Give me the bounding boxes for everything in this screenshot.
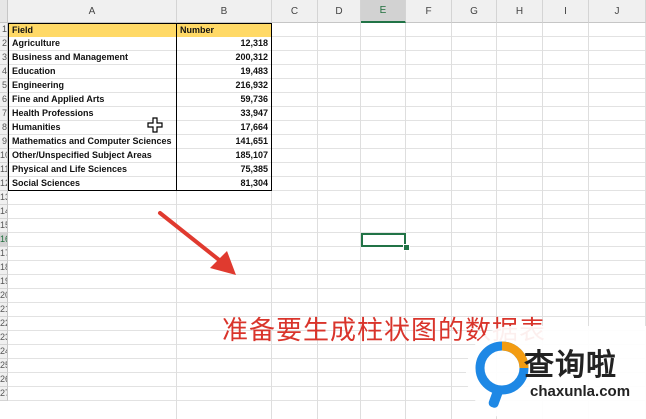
row-gridline <box>8 288 646 289</box>
number-cell[interactable]: 33,947 <box>177 107 272 121</box>
watermark-title: 查询啦 <box>524 348 617 383</box>
row-header[interactable]: 15 <box>0 219 8 233</box>
column-header-b[interactable]: B <box>177 0 272 23</box>
column-header-c[interactable]: C <box>272 0 318 23</box>
corner-select-all[interactable] <box>0 0 8 23</box>
row-header[interactable]: 26 <box>0 373 8 387</box>
header-cell-number[interactable]: Number <box>177 23 272 37</box>
row-gridline <box>8 260 646 261</box>
site-watermark: 查询啦 chaxunla.com <box>466 326 646 419</box>
column-header-f[interactable]: F <box>406 0 452 23</box>
row-header[interactable]: 11 <box>0 163 8 177</box>
row-header[interactable]: 23 <box>0 331 8 345</box>
row-gridline <box>8 302 646 303</box>
row-header[interactable]: 10 <box>0 149 8 163</box>
field-cell[interactable]: Engineering <box>8 79 177 93</box>
row-header[interactable]: 1 <box>0 23 8 37</box>
row-gridline <box>8 218 646 219</box>
row-header[interactable]: 14 <box>0 205 8 219</box>
number-cell[interactable]: 59,736 <box>177 93 272 107</box>
row-header[interactable]: 4 <box>0 65 8 79</box>
row-header[interactable]: 2 <box>0 37 8 51</box>
row-gridline <box>8 274 646 275</box>
field-cell[interactable]: Education <box>8 65 177 79</box>
row-header[interactable]: 24 <box>0 345 8 359</box>
row-header[interactable]: 20 <box>0 289 8 303</box>
column-gridline <box>317 23 318 419</box>
row-header[interactable]: 21 <box>0 303 8 317</box>
row-header[interactable]: 19 <box>0 275 8 289</box>
row-header[interactable]: 25 <box>0 359 8 373</box>
column-gridline <box>451 23 452 419</box>
row-gridline <box>8 232 646 233</box>
number-cell[interactable]: 185,107 <box>177 149 272 163</box>
row-header[interactable]: 27 <box>0 387 8 401</box>
row-header[interactable]: 13 <box>0 191 8 205</box>
number-cell[interactable]: 75,385 <box>177 163 272 177</box>
number-cell[interactable]: 81,304 <box>177 177 272 191</box>
field-cell[interactable]: Fine and Applied Arts <box>8 93 177 107</box>
column-header-i[interactable]: I <box>543 0 589 23</box>
fill-handle[interactable] <box>403 244 410 251</box>
row-header[interactable]: 16 <box>0 233 8 247</box>
row-header[interactable]: 6 <box>0 93 8 107</box>
number-cell[interactable]: 216,932 <box>177 79 272 93</box>
field-cell[interactable]: Social Sciences <box>8 177 177 191</box>
column-header-d[interactable]: D <box>318 0 361 23</box>
field-cell[interactable]: Agriculture <box>8 37 177 51</box>
watermark-subtitle: chaxunla.com <box>530 383 631 400</box>
number-cell[interactable]: 141,651 <box>177 135 272 149</box>
column-header-h[interactable]: H <box>497 0 543 23</box>
spreadsheet[interactable]: ABCDEFGHIJ 12345678910111213141516171819… <box>0 0 646 419</box>
field-cell[interactable]: Mathematics and Computer Sciences <box>8 135 177 149</box>
field-cell[interactable]: Business and Management <box>8 51 177 65</box>
column-gridline <box>360 23 361 419</box>
field-cell[interactable]: Other/Unspecified Subject Areas <box>8 149 177 163</box>
row-header[interactable]: 18 <box>0 261 8 275</box>
column-header-g[interactable]: G <box>452 0 497 23</box>
column-header-e[interactable]: E <box>361 0 406 23</box>
cell-select-cursor-icon <box>147 117 163 133</box>
number-cell[interactable]: 200,312 <box>177 51 272 65</box>
number-cell[interactable]: 19,483 <box>177 65 272 79</box>
row-header[interactable]: 8 <box>0 121 8 135</box>
column-header-a[interactable]: A <box>8 0 177 23</box>
field-cell[interactable]: Physical and Life Sciences <box>8 163 177 177</box>
row-header[interactable]: 12 <box>0 177 8 191</box>
red-arrow-icon <box>158 211 236 275</box>
number-cell[interactable]: 17,664 <box>177 121 272 135</box>
row-gridline <box>8 204 646 205</box>
header-cell-field[interactable]: Field <box>8 23 177 37</box>
row-header[interactable]: 9 <box>0 135 8 149</box>
row-header[interactable]: 7 <box>0 107 8 121</box>
active-cell-selection[interactable] <box>361 233 406 247</box>
number-cell[interactable]: 12,318 <box>177 37 272 51</box>
row-header[interactable]: 5 <box>0 79 8 93</box>
column-gridline <box>405 23 406 419</box>
row-header[interactable]: 17 <box>0 247 8 261</box>
row-gridline <box>8 246 646 247</box>
column-header-j[interactable]: J <box>589 0 646 23</box>
row-header[interactable]: 22 <box>0 317 8 331</box>
row-header[interactable]: 3 <box>0 51 8 65</box>
